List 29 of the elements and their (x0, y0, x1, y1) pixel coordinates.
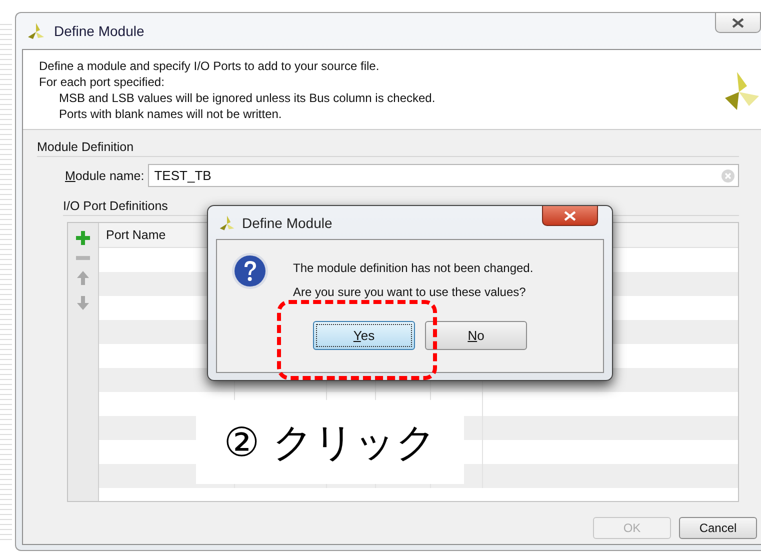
field-label: Module name: (65, 168, 144, 182)
up-arrow-icon[interactable] (76, 270, 90, 286)
intro-text: Define a module and specify I/O Ports to add to your source file. (39, 58, 380, 74)
intro-text: MSB and LSB values will be ignored unless its Bus column is checked. (58, 90, 436, 106)
module-name-field[interactable]: TEST_TB (148, 164, 739, 187)
logo-icon (723, 70, 759, 110)
dialog-message: Are you sure you want to use these values? (293, 284, 527, 301)
remove-icon[interactable] (75, 255, 91, 261)
window-title: Define Module (54, 23, 144, 39)
dialog-button[interactable]: Cancel (679, 517, 757, 539)
question-icon (231, 252, 269, 290)
column-header: Port Name (106, 228, 166, 242)
clear-icon[interactable] (721, 168, 735, 182)
intro-text: For each port specified: (39, 74, 166, 90)
logo-icon (26, 21, 46, 41)
section-heading: Module Definition (37, 140, 739, 157)
intro-text: Ports with blank names will not be written. (58, 106, 283, 122)
dialog-title: Define Module (242, 214, 332, 230)
dialog-button[interactable]: No (425, 321, 527, 350)
close-icon (564, 210, 576, 220)
close-button[interactable] (715, 13, 761, 33)
dialog-button[interactable]: Yes (313, 321, 415, 350)
dialog-message: The module definition has not been changed. (293, 260, 534, 277)
close-icon (732, 18, 744, 28)
add-icon[interactable] (75, 230, 91, 246)
close-button[interactable] (542, 206, 598, 226)
down-arrow-icon[interactable] (76, 295, 90, 311)
callout-label: ② クリック (196, 400, 464, 484)
logo-icon (218, 214, 236, 232)
